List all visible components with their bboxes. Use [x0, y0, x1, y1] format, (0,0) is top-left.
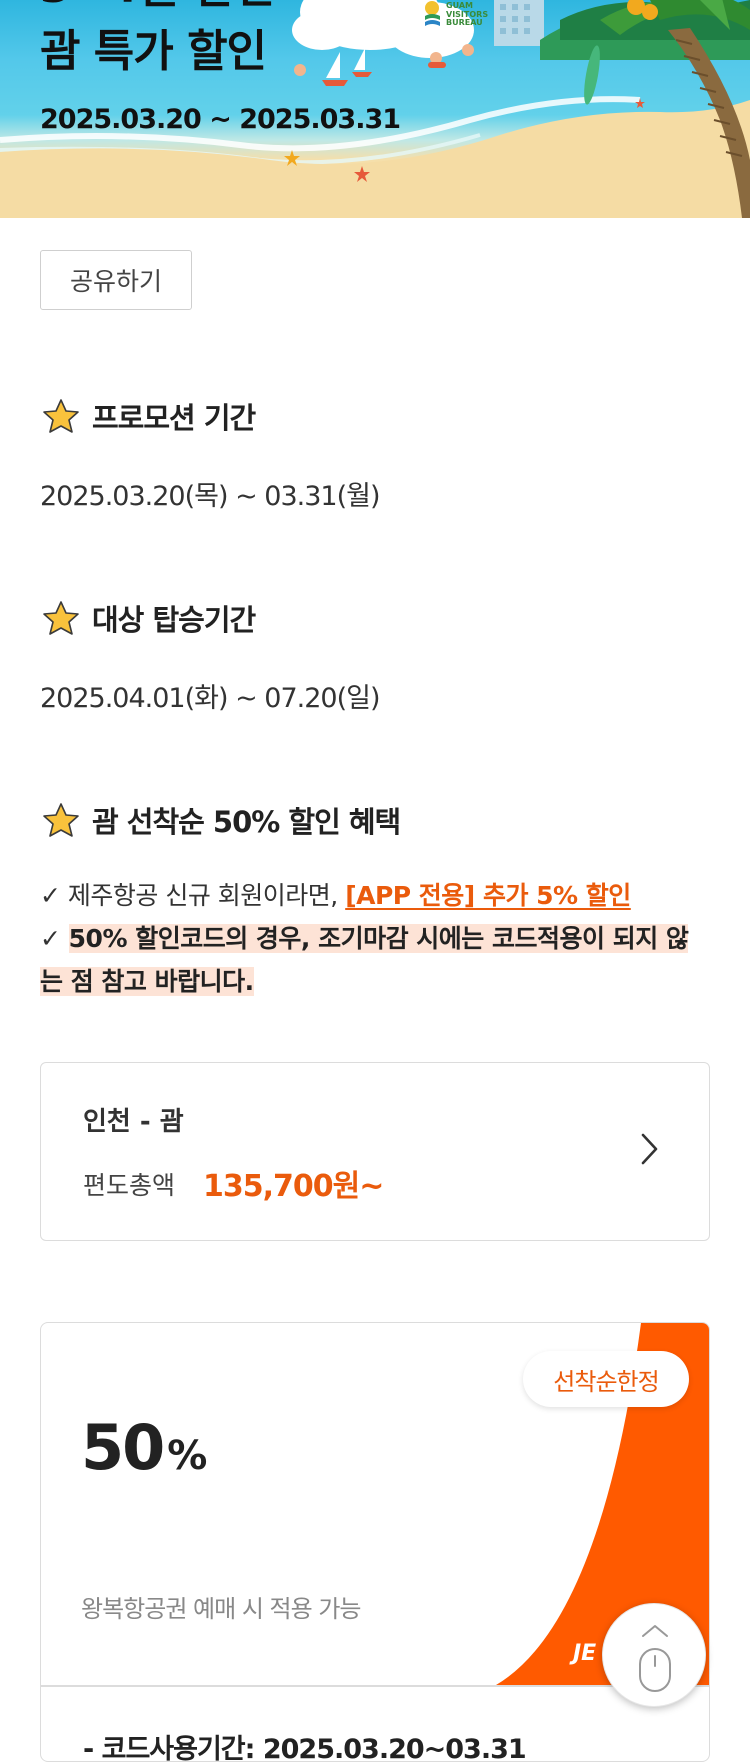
boarding-period-heading: 대상 탑승기간	[42, 597, 256, 639]
benefit-line-early-close-notice: ✓ 50% 할인코드의 경우, 조기마감 시에는 코드적용이 되지 않는 점 참…	[40, 917, 690, 1003]
coupon-code-period: - 코드사용기간: 2025.03.20~03.31	[83, 1734, 527, 1762]
app-discount-link[interactable]: [APP 전용] 추가 5% 할인	[345, 881, 631, 910]
chevron-right-icon[interactable]	[639, 1129, 661, 1169]
mouse-scroll-icon	[639, 1625, 671, 1692]
route-price-label: 편도총액	[83, 1171, 176, 1200]
early-close-notice-text: 50% 할인코드의 경우, 조기마감 시에는 코드적용이 되지 않는 점 참고 …	[40, 924, 689, 996]
promo-banner: GUAM VISITORS BUREAU 3~4월 할인 괌 특가 할인 202…	[0, 0, 750, 218]
star-icon	[43, 803, 79, 837]
coupon-discount-value: 50%	[81, 1411, 207, 1484]
star-icon	[43, 601, 79, 635]
promo-period-text: 2025.03.20(목) ~ 03.31(월)	[40, 481, 380, 512]
boarding-period-text: 2025.04.01(화) ~ 07.20(일)	[40, 683, 380, 714]
route-name: 인천 - 괌	[83, 1107, 184, 1137]
promo-period-heading: 프로모션 기간	[42, 395, 256, 437]
scroll-to-top-button[interactable]	[602, 1603, 706, 1707]
coupon-brand-text: JE	[573, 1641, 597, 1666]
banner-title-prev-line: 3~4월 할인	[40, 0, 275, 18]
benefit-line-app-discount: ✓ 제주항공 신규 회원이라면, [APP 전용] 추가 5% 할인	[40, 874, 690, 917]
route-price: 135,700원~	[203, 1169, 384, 1204]
guam-visitors-bureau-logo: GUAM VISITORS BUREAU	[422, 0, 488, 34]
benefit-heading-text: 괌 선착순 50% 할인 혜택	[92, 805, 401, 839]
benefit-heading: 괌 선착순 50% 할인 혜택	[42, 799, 401, 841]
benefit-line2-check: ✓	[40, 924, 69, 953]
coupon-value-unit: %	[167, 1433, 207, 1479]
first-come-badge: 선착순한정	[523, 1351, 689, 1407]
share-button[interactable]: 공유하기	[40, 250, 192, 310]
route-card-icn-gum[interactable]: 인천 - 괌 편도총액 135,700원~	[40, 1062, 710, 1241]
banner-title: 괌 특가 할인	[40, 26, 267, 77]
banner-date-range: 2025.03.20 ~ 2025.03.31	[40, 104, 401, 135]
star-icon	[43, 399, 79, 433]
promo-period-heading-text: 프로모션 기간	[92, 401, 256, 435]
benefit-line1-text: ✓ 제주항공 신규 회원이라면,	[40, 881, 346, 910]
coupon-description: 왕복항공권 예매 시 적용 가능	[81, 1595, 361, 1623]
boarding-period-heading-text: 대상 탑승기간	[92, 603, 256, 637]
coupon-value-number: 50	[81, 1411, 165, 1484]
